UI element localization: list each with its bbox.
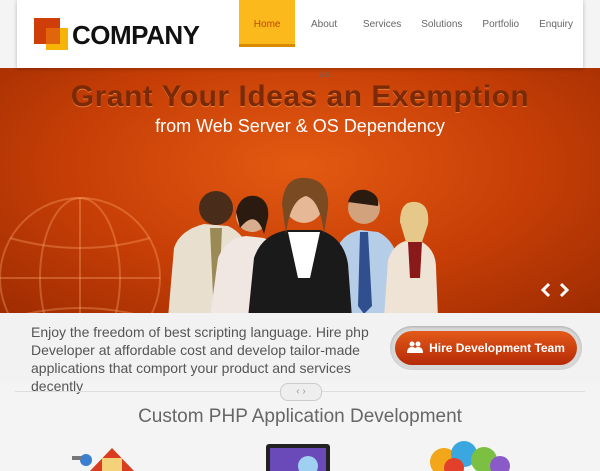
logo-square-orange	[46, 28, 60, 44]
users-icon	[407, 341, 424, 354]
chevron-left-icon	[540, 282, 551, 298]
business-team-image	[168, 177, 438, 313]
hero-subtitle: from Web Server & OS Dependency	[155, 116, 445, 136]
slider-next-button[interactable]	[557, 282, 571, 298]
slider-prev-button[interactable]	[539, 282, 553, 298]
hero-banner: Grant Your Ideas an Exemption from Web S…	[0, 68, 600, 313]
main-nav: Home About us Services Solutions Portfol…	[239, 0, 583, 80]
globe-watermark-icon	[0, 197, 161, 313]
logo-text: COMPANY	[72, 20, 200, 50]
nav-item-about-us[interactable]: About us	[295, 0, 353, 80]
nav-item-home[interactable]: Home	[239, 0, 296, 47]
tools-illustration-icon	[72, 448, 134, 471]
monitor-illustration-icon	[266, 444, 330, 471]
chevron-left-icon: ‹	[296, 386, 300, 397]
hire-button-frame: Hire Development Team	[390, 326, 582, 370]
nav-item-portfolio[interactable]: Portfolio	[472, 0, 529, 47]
colorful-spheres-icon	[430, 441, 510, 471]
site-header: COMPANY Home About us Services Solutions…	[17, 0, 583, 80]
nav-item-services[interactable]: Services	[353, 0, 411, 47]
nav-item-enquiry[interactable]: Enquiry	[529, 0, 583, 47]
section-toggle-button[interactable]: ‹ ›	[280, 383, 322, 401]
nav-item-solutions[interactable]: Solutions	[411, 0, 472, 47]
intro-text: Enjoy the freedom of best scripting lang…	[31, 324, 369, 394]
hero-title: Grant Your Ideas an Exemption	[70, 80, 530, 113]
hire-development-team-button[interactable]: Hire Development Team	[395, 331, 577, 365]
person-5	[384, 201, 438, 313]
section-title: Custom PHP Application Development	[138, 406, 462, 427]
chevron-right-icon: ›	[302, 386, 306, 397]
person-3	[248, 177, 352, 313]
hire-button-label: Hire Development Team	[429, 341, 565, 355]
chevron-right-icon	[559, 282, 570, 298]
company-logo[interactable]: COMPANY	[34, 18, 214, 50]
